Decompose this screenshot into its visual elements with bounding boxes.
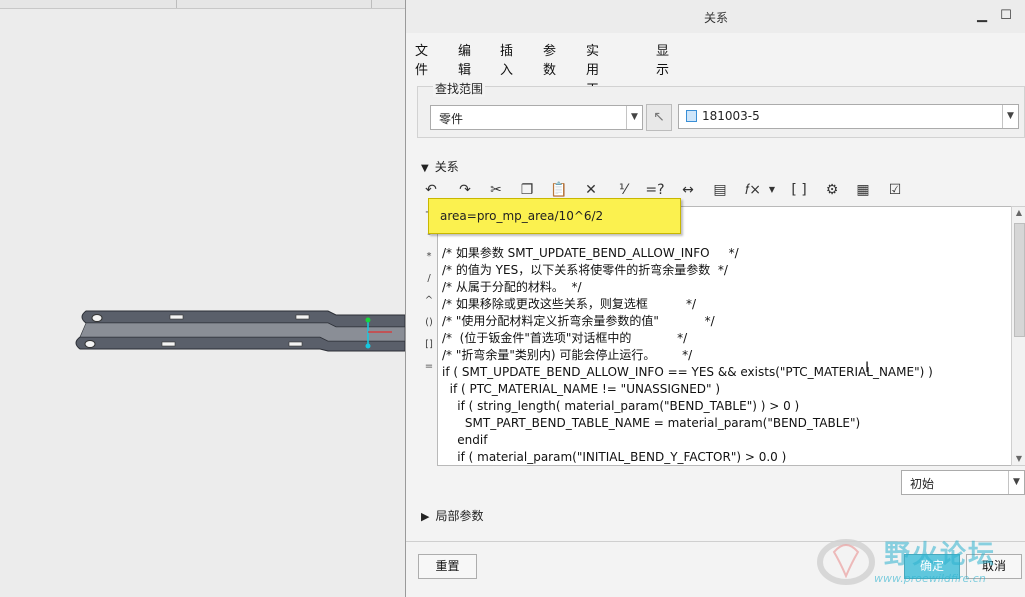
code-line: /* "使用分配材料定义折弯余量参数的值" */ [442, 314, 715, 328]
text-cursor-icon: I [865, 360, 870, 376]
menu-display[interactable]: 显示 [656, 40, 669, 78]
header-separator [371, 0, 372, 8]
scroll-up-icon[interactable]: ▲ [1012, 207, 1025, 219]
check-relations-icon[interactable]: ☑ [884, 179, 906, 201]
code-line: /* "折弯余量"类别内) 可能会停止运行。 */ [442, 348, 693, 362]
part-icon [686, 110, 697, 122]
op-brackets[interactable]: [] [420, 339, 438, 350]
watermark-url: www.proewildfire.cn [874, 572, 986, 585]
sheetmetal-part-model[interactable] [0, 290, 405, 370]
relations-section-header[interactable]: ▼ 关系 [421, 158, 459, 175]
scope-part-select[interactable]: 181003-5 ▼ [678, 104, 1019, 129]
maximize-icon[interactable]: ☐ [998, 8, 1014, 24]
local-params-section-header[interactable]: ▶ 局部参数 [421, 507, 483, 524]
insert-function-icon[interactable]: 𝑓× [742, 179, 764, 201]
op-multiply[interactable]: * [420, 251, 438, 262]
watermark-logo-icon [817, 539, 875, 585]
chevron-down-icon: ▼ [1002, 105, 1018, 128]
op-divide[interactable]: / [420, 273, 438, 284]
state-select[interactable]: 初始 ▼ [901, 470, 1025, 495]
tooltip-text: area=pro_mp_area/10^6/2 [440, 209, 604, 223]
function-dropdown-icon[interactable]: ▼ [766, 179, 778, 201]
scroll-down-icon[interactable]: ▼ [1012, 453, 1025, 465]
code-line: if ( SMT_UPDATE_BEND_ALLOW_INFO == YES &… [442, 365, 933, 379]
code-line: /* 如果移除或更改这些关系，则复选框 */ [442, 297, 697, 311]
code-line: /* 的值为 YES，以下关系将使零件的折弯余量参数 */ [442, 263, 728, 277]
insert-from-list-icon[interactable]: ▤ [709, 179, 731, 201]
chevron-down-icon: ▼ [1008, 471, 1024, 494]
minimize-icon[interactable]: ▁ [974, 8, 990, 24]
code-line: /* 从属于分配的材料。 */ [442, 280, 582, 294]
scrollbar-thumb[interactable] [1014, 223, 1025, 337]
workspace-header-strip [0, 0, 405, 9]
op-equals[interactable]: = [420, 361, 438, 372]
header-separator [176, 0, 177, 8]
menu-insert[interactable]: 插入 [500, 40, 513, 78]
caret-right-icon: ▶ [421, 510, 430, 523]
watermark-title: 野火论坛 [884, 540, 997, 570]
code-line: endif [442, 433, 488, 447]
code-line: /* (位于钣金件"首选项"对话框中的 */ [442, 331, 688, 345]
editor-scrollbar[interactable]: ▲ ▼ [1011, 206, 1025, 466]
code-line: SMT_PART_BEND_TABLE_NAME = material_para… [442, 416, 861, 430]
local-params-label: 局部参数 [435, 509, 484, 523]
pointer-icon: ↖ [653, 109, 665, 125]
dialog-titlebar[interactable]: 关系 ▁ ☐ [406, 0, 1025, 33]
select-pointer-button[interactable]: ↖ [646, 104, 672, 131]
op-parentheses[interactable]: () [420, 317, 438, 328]
caret-down-icon: ▼ [421, 163, 429, 174]
code-line: if ( string_length( material_param("BEND… [442, 399, 800, 413]
sort-relations-icon[interactable]: ▦ [852, 179, 874, 201]
menu-file[interactable]: 文件 [415, 40, 428, 78]
relations-editor[interactable]: /* 如果参数 SMT_UPDATE_BEND_ALLOW_INFO */ /*… [437, 206, 1013, 466]
cad-workspace[interactable] [0, 0, 405, 597]
look-in-label: 查找范围 [433, 80, 486, 97]
verify-icon[interactable]: ⚙ [821, 179, 843, 201]
scope-part-value: 181003-5 [702, 109, 760, 123]
menu-edit[interactable]: 编辑 [458, 40, 471, 78]
op-power[interactable]: ^ [420, 295, 438, 306]
state-value: 初始 [910, 477, 935, 491]
reset-button[interactable]: 重置 [418, 554, 477, 579]
code-line: if ( PTC_MATERIAL_NAME != "UNASSIGNED" ) [442, 382, 721, 396]
code-line: if ( material_param("INITIAL_BEND_Y_FACT… [442, 450, 787, 464]
relations-code: /* 如果参数 SMT_UPDATE_BEND_ALLOW_INFO */ /*… [442, 245, 1002, 466]
dialog-title: 关系 [703, 11, 728, 25]
scope-type-select[interactable]: 零件 ▼ [430, 105, 643, 130]
brackets-icon[interactable]: [ ] [788, 179, 810, 201]
relation-tooltip: area=pro_mp_area/10^6/2 [428, 198, 681, 234]
code-line: /* 如果参数 SMT_UPDATE_BEND_ALLOW_INFO */ [442, 246, 739, 260]
scope-type-value: 零件 [439, 112, 464, 126]
watermark: 野火论坛 www.proewildfire.cn [812, 528, 1025, 597]
chevron-down-icon: ▼ [626, 106, 642, 129]
menu-parameters[interactable]: 参数 [543, 40, 556, 78]
relations-dialog: 关系 ▁ ☐ 文件 编辑 插入 参数 实用工具 显示 查找范围 零件 ▼ ↖ 1… [405, 0, 1025, 597]
relations-section-label: 关系 [434, 160, 459, 174]
